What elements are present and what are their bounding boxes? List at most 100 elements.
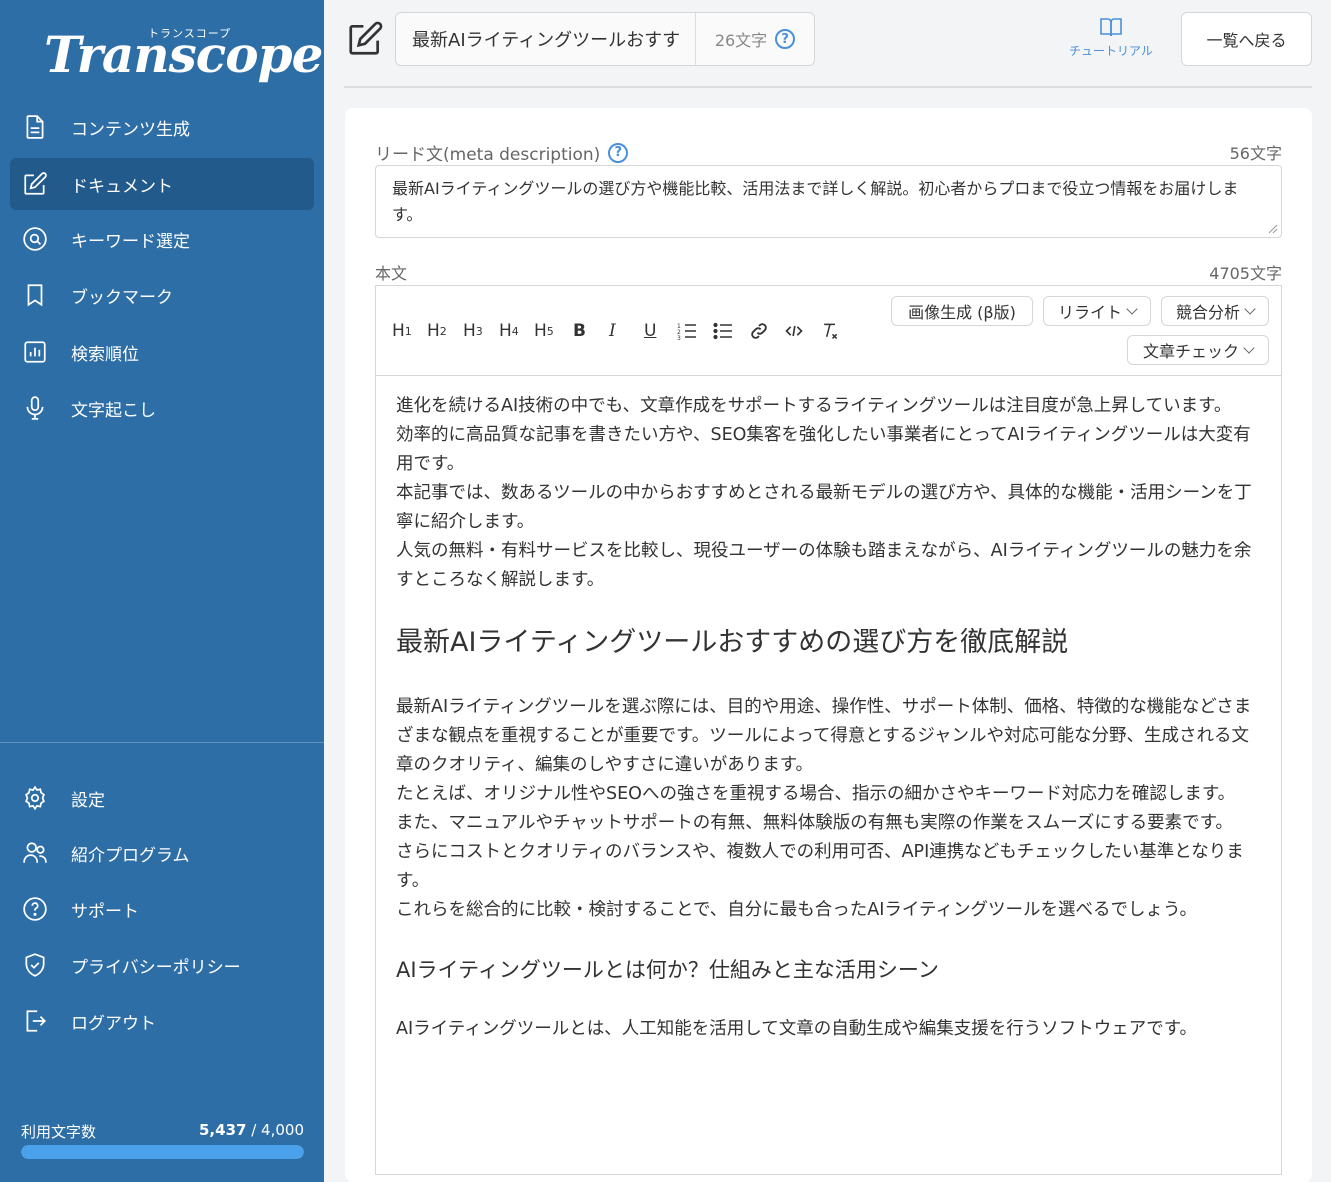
sidebar-item-label: 紹介プログラム	[71, 845, 190, 866]
section-block: AIライティングツールとは、人工知能を活用して文章の自動生成や編集支援を行うソフ…	[396, 1015, 1262, 1044]
image-gen-label: 画像生成 (β版)	[908, 303, 1016, 322]
back-to-list-button[interactable]: 一覧へ戻る	[1181, 12, 1312, 66]
sidebar-item-label: 設定	[71, 790, 105, 811]
image-generation-button[interactable]: 画像生成 (β版)	[891, 296, 1033, 326]
code-icon[interactable]	[784, 318, 804, 344]
sidebar-item-label: ブックマーク	[71, 287, 173, 308]
paragraph: 本記事では、数あるツールの中からおすすめとされる最新モデルの選び方や、具体的な機…	[396, 483, 1252, 532]
intro-block: 進化を続けるAI技術の中でも、文章作成をサポートするライティングツールは注目度が…	[396, 392, 1262, 595]
sidebar-item-content-generation[interactable]: コンテンツ生成	[10, 101, 314, 153]
heading-h2: 最新AIライティングツールおすすめの選び方を徹底解説	[396, 627, 1069, 658]
rewrite-label: リライト	[1057, 303, 1122, 322]
shield-icon	[22, 952, 48, 978]
help-icon[interactable]: ?	[608, 142, 629, 163]
italic-button[interactable]: I	[609, 318, 616, 344]
paragraph: 人気の無料・有料サービスを比較し、現役ユーザーの体験も踏まえながら、AIライティ…	[396, 541, 1252, 590]
competitor-label: 競合分析	[1175, 303, 1240, 322]
title-count-text: 26文字	[714, 31, 768, 50]
usage-limit: / 4,000	[251, 1121, 304, 1139]
clear-format-icon[interactable]	[820, 318, 840, 344]
rewrite-dropdown[interactable]: リライト	[1043, 296, 1151, 326]
tutorial-link[interactable]: チュートリアル	[1062, 16, 1160, 59]
paragraph: 最新AIライティングツールを選ぶ際には、目的や用途、操作性、サポート体制、価格、…	[396, 697, 1252, 775]
transcope-logo[interactable]: トランスコープ Transcope	[44, 18, 323, 88]
edit-icon	[346, 20, 384, 58]
sidebar-item-referral[interactable]: 紹介プログラム	[10, 827, 314, 879]
header-divider	[344, 86, 1312, 88]
heading4-button[interactable]: H4	[499, 318, 519, 344]
edit-icon	[22, 171, 48, 197]
gear-icon	[22, 785, 48, 811]
body-label: 本文	[375, 264, 408, 283]
paragraph: AIライティングツールとは、人工知能を活用して文章の自動生成や編集支援を行うソフ…	[396, 1019, 1197, 1039]
sidebar-item-documents[interactable]: ドキュメント	[10, 158, 314, 210]
bookmark-icon	[22, 282, 48, 308]
meta-label-text: リード文(meta description)	[375, 145, 601, 165]
meta-text: 最新AIライティングツールの選び方や機能比較、活用法まで詳しく解説。初心者からプ…	[392, 179, 1239, 224]
document-editor-card: リード文(meta description) ? 56文字 最新AIライティング…	[345, 108, 1312, 1182]
paragraph: さらにコストとクオリティのバランスや、複数人での利用可否、API連携などもチェッ…	[396, 842, 1244, 891]
tutorial-label: チュートリアル	[1069, 44, 1153, 58]
sidebar-item-search-ranking[interactable]: 検索順位	[10, 326, 314, 378]
paragraph: また、マニュアルやチャットサポートの有無、無料体験版の有無も実際の作業をスムーズ…	[396, 813, 1233, 833]
usage-progress-bar	[21, 1145, 304, 1159]
paragraph: 進化を続けるAI技術の中でも、文章作成をサポートするライティングツールは注目度が…	[396, 396, 1232, 416]
help-icon[interactable]: ?	[775, 29, 796, 49]
sidebar-item-label: ドキュメント	[71, 176, 173, 197]
sidebar: トランスコープ Transcope コンテンツ生成 ドキュメント キーワード選定…	[0, 0, 324, 1182]
sidebar-item-label: サポート	[71, 901, 139, 922]
users-icon	[22, 840, 48, 866]
editor-content[interactable]: 進化を続けるAI技術の中でも、文章作成をサポートするライティングツールは注目度が…	[396, 392, 1262, 1044]
sidebar-item-label: コンテンツ生成	[71, 119, 190, 140]
meta-description-label: リード文(meta description) ?	[375, 140, 629, 165]
usage-used: 5,437	[199, 1121, 247, 1139]
document-icon	[22, 114, 48, 140]
bullet-list-icon[interactable]	[713, 318, 733, 344]
bold-button[interactable]: B	[573, 318, 586, 344]
heading1-button[interactable]: H1	[392, 318, 412, 344]
meta-description-textarea[interactable]: 最新AIライティングツールの選び方や機能比較、活用法まで詳しく解説。初心者からプ…	[375, 165, 1282, 238]
paragraph: たとえば、オリジナル性やSEOへの強さを重視する場合、指示の細かさやキーワード対…	[396, 784, 1236, 804]
heading5-button[interactable]: H5	[534, 318, 554, 344]
sidebar-item-logout[interactable]: ログアウト	[10, 995, 314, 1047]
sidebar-item-label: キーワード選定	[71, 231, 190, 252]
sidebar-item-keyword-selection[interactable]: キーワード選定	[10, 213, 314, 265]
microphone-icon	[22, 395, 48, 421]
sidebar-item-settings[interactable]: 設定	[10, 772, 314, 824]
logo-text: Transcope	[44, 25, 323, 84]
sidebar-item-bookmarks[interactable]: ブックマーク	[10, 269, 314, 321]
sidebar-divider	[0, 742, 324, 743]
heading-h3: AIライティングツールとは何か？仕組みと主な活用シーン	[396, 958, 939, 982]
sidebar-item-support[interactable]: サポート	[10, 883, 314, 935]
ordered-list-icon[interactable]: 123	[677, 318, 697, 344]
search-circle-icon	[22, 226, 48, 252]
sidebar-item-label: 文字起こし	[71, 400, 156, 421]
heading2-button[interactable]: H2	[427, 318, 447, 344]
chevron-down-icon	[1244, 303, 1256, 315]
body-char-count: 4705文字	[1209, 264, 1282, 283]
sidebar-item-label: 検索順位	[71, 344, 139, 365]
usage-progress-fill	[21, 1145, 304, 1159]
link-icon[interactable]	[749, 318, 769, 344]
editor-toolbar: H1 H2 H3 H4 H5 B I U 123 画像生成 (β版) リライト …	[376, 286, 1281, 376]
usage-value: 5,437 / 4,000	[199, 1121, 304, 1139]
resize-grip-icon[interactable]	[1268, 224, 1278, 234]
chevron-down-icon	[1126, 303, 1138, 315]
sidebar-item-transcription[interactable]: 文字起こし	[10, 382, 314, 434]
paragraph: 効率的に高品質な記事を書きたい方や、SEO集客を強化したい事業者にとってAIライ…	[396, 425, 1251, 474]
competitor-analysis-dropdown[interactable]: 競合分析	[1161, 296, 1269, 326]
underline-button[interactable]: U	[644, 318, 656, 344]
question-icon	[22, 896, 48, 922]
rich-text-editor: H1 H2 H3 H4 H5 B I U 123 画像生成 (β版) リライト …	[375, 285, 1282, 1175]
heading3-button[interactable]: H3	[463, 318, 483, 344]
title-char-count: 26文字 ?	[696, 13, 814, 65]
chevron-down-icon	[1243, 342, 1255, 354]
title-input[interactable]	[396, 13, 696, 65]
sidebar-item-privacy-policy[interactable]: プライバシーポリシー	[10, 939, 314, 991]
sidebar-item-label: プライバシーポリシー	[71, 957, 241, 978]
meta-char-count: 56文字	[1229, 144, 1282, 163]
book-icon	[1100, 18, 1122, 37]
logout-icon	[22, 1008, 48, 1034]
title-field-group: 26文字 ?	[395, 12, 815, 66]
text-check-dropdown[interactable]: 文章チェック	[1127, 335, 1269, 365]
